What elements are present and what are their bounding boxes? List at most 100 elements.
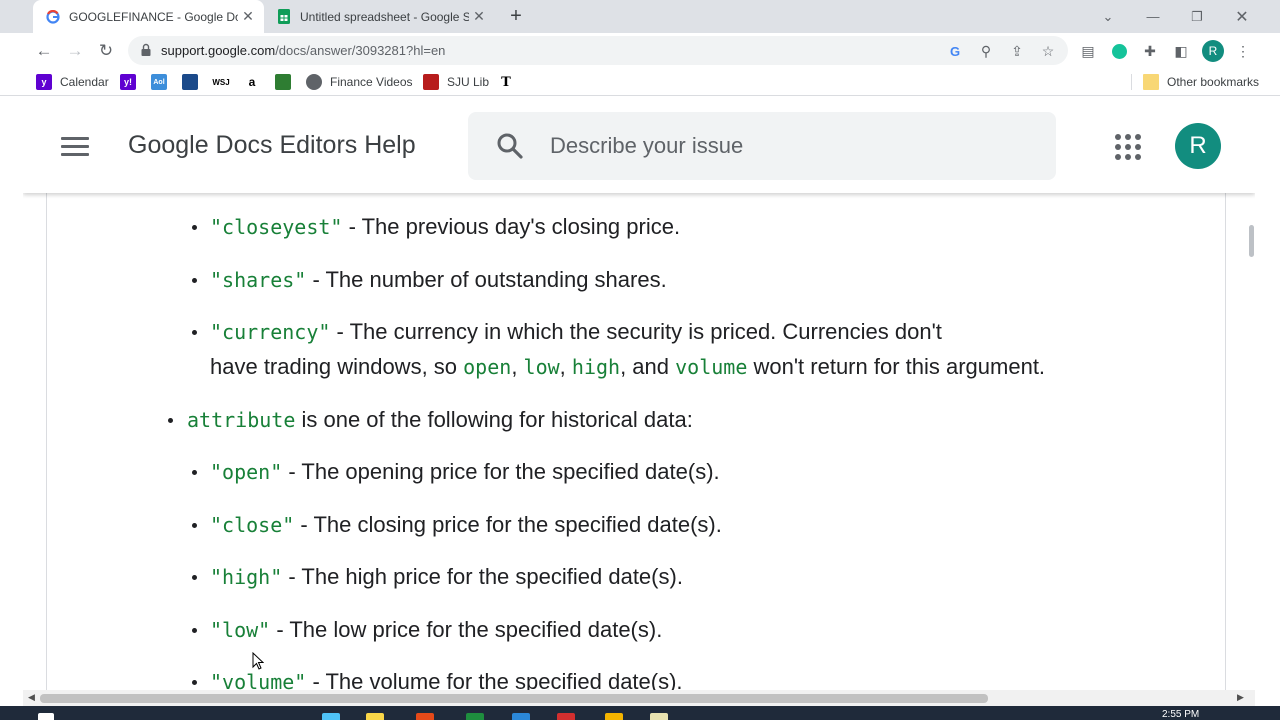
- sju-icon: [423, 74, 439, 90]
- list-item-open: "open" - The opening price for the speci…: [210, 457, 720, 487]
- scroll-right-icon[interactable]: ▶: [1237, 692, 1244, 703]
- scroll-left-icon[interactable]: ◀: [28, 692, 35, 703]
- bullet: [192, 278, 197, 283]
- list-item-currency-line2: have trading windows, so open, low, high…: [210, 352, 1045, 382]
- bookmark-folder[interactable]: [275, 73, 299, 91]
- zoom-icon[interactable]: ⚲: [977, 42, 995, 60]
- address-bar[interactable]: support.google.com/docs/answer/3093281?h…: [128, 36, 1068, 65]
- item-text: - The volume for the specified date(s).: [306, 669, 683, 690]
- bookmark-news[interactable]: [182, 73, 206, 91]
- code-low: low: [523, 355, 560, 379]
- code-low: "low": [210, 618, 271, 642]
- account-avatar[interactable]: R: [1175, 123, 1221, 169]
- taskbar-app-icon[interactable]: [650, 713, 668, 720]
- close-tab-icon[interactable]: ✕: [238, 8, 258, 25]
- wsj-icon: WSJ: [212, 74, 230, 90]
- list-item-low: "low" - The low price for the specified …: [210, 615, 662, 645]
- profile-avatar[interactable]: R: [1202, 40, 1224, 62]
- bullet: [192, 225, 197, 230]
- code-high: high: [571, 355, 621, 379]
- item-text: - The high price for the specified date(…: [282, 564, 683, 589]
- list-item-currency: "currency" - The currency in which the s…: [210, 317, 942, 347]
- browser-toolbar: ← → ↻ support.google.com/docs/answer/309…: [0, 33, 1280, 68]
- item-text: - The currency in which the security is …: [330, 319, 942, 344]
- forward-icon[interactable]: →: [63, 39, 87, 63]
- bookmark-label: Calendar: [60, 75, 109, 89]
- item-text: - The number of outstanding shares.: [306, 267, 667, 292]
- list-item-closeyest: "closeyest" - The previous day's closing…: [210, 212, 680, 242]
- google-lens-icon[interactable]: G: [946, 42, 964, 60]
- close-window-icon[interactable]: ✕: [1220, 0, 1264, 33]
- bullet: [192, 523, 197, 528]
- list-item-close: "close" - The closing price for the spec…: [210, 510, 722, 540]
- code-volume: volume: [675, 355, 748, 379]
- google-apps-icon[interactable]: [1115, 134, 1141, 160]
- reload-icon[interactable]: ↻: [94, 39, 118, 63]
- url-host: support.google.com: [161, 43, 276, 58]
- taskbar-clock[interactable]: 2:55 PM: [1162, 709, 1199, 720]
- item-text: have trading windows, so: [210, 354, 464, 379]
- vertical-scroll-thumb[interactable]: [1249, 225, 1254, 257]
- reading-list-icon[interactable]: ▤: [1078, 41, 1098, 61]
- bookmark-sju-lib[interactable]: SJU Lib: [423, 73, 489, 91]
- help-search-box[interactable]: [468, 112, 1056, 180]
- side-panel-icon[interactable]: ◧: [1171, 41, 1191, 61]
- bookmark-amazon[interactable]: a: [244, 73, 268, 91]
- windows-start-icon[interactable]: [38, 713, 54, 720]
- code-attribute: attribute: [187, 408, 296, 432]
- restore-icon[interactable]: ❐: [1175, 0, 1219, 33]
- item-text: is one of the following for historical d…: [295, 407, 693, 432]
- search-icon[interactable]: [496, 132, 524, 160]
- folder-icon: [1143, 74, 1159, 90]
- file-explorer-icon[interactable]: [366, 713, 384, 720]
- site-title[interactable]: Google Docs Editors Help: [128, 131, 416, 160]
- vertical-scrollbar[interactable]: [1247, 193, 1255, 690]
- extensions-icon[interactable]: ✚: [1140, 41, 1160, 61]
- excel-icon[interactable]: [466, 713, 484, 720]
- taskbar-app-icon[interactable]: [322, 713, 340, 720]
- bullet: [192, 330, 197, 335]
- yahoo-calendar-icon: y: [36, 74, 52, 90]
- bookmark-finance-videos[interactable]: Finance Videos: [306, 73, 413, 91]
- tab-strip: GOOGLEFINANCE - Google Docs ✕ Untitled s…: [0, 0, 1280, 33]
- horizontal-scroll-thumb[interactable]: [40, 694, 988, 703]
- help-search-input[interactable]: [550, 130, 1030, 162]
- windows-taskbar: [0, 706, 1280, 720]
- minimize-icon[interactable]: —: [1131, 0, 1175, 33]
- bookmarks-bar: y Calendar y! Aol WSJ a Finance Videos SJ…: [0, 68, 1280, 96]
- taskbar-app-icon[interactable]: [416, 713, 434, 720]
- back-icon[interactable]: ←: [32, 39, 56, 63]
- mouse-cursor-icon: [252, 652, 264, 670]
- code-currency: "currency": [210, 320, 331, 344]
- taskbar-app-icon[interactable]: [512, 713, 530, 720]
- other-bookmarks[interactable]: Other bookmarks: [1143, 73, 1259, 91]
- chrome-icon[interactable]: [605, 713, 623, 720]
- amazon-icon: a: [244, 74, 260, 90]
- code-high: "high": [210, 565, 283, 589]
- sheets-icon: [276, 9, 292, 25]
- bookmark-label: Finance Videos: [330, 75, 413, 89]
- tab-spreadsheet[interactable]: Untitled spreadsheet - Google Sheets ✕: [264, 0, 495, 33]
- bookmark-wsj[interactable]: WSJ: [212, 73, 237, 91]
- bookmark-star-icon[interactable]: ☆: [1039, 42, 1057, 60]
- hamburger-menu-icon[interactable]: [61, 137, 89, 157]
- close-tab-icon[interactable]: ✕: [469, 8, 489, 25]
- grammarly-icon[interactable]: [1109, 41, 1129, 61]
- code-volume: "volume": [210, 670, 307, 690]
- item-text: - The previous day's closing price.: [342, 214, 681, 239]
- bookmark-calendar[interactable]: y Calendar: [36, 73, 109, 91]
- new-tab-button[interactable]: +: [505, 5, 527, 27]
- bullet: [192, 680, 197, 685]
- bookmark-yahoo[interactable]: y!: [120, 73, 144, 91]
- tab-googlefinance[interactable]: GOOGLEFINANCE - Google Docs ✕: [33, 0, 264, 33]
- bookmark-nyt[interactable]: T: [498, 73, 522, 91]
- yahoo-icon: y!: [120, 74, 136, 90]
- item-text: - The low price for the specified date(s…: [270, 617, 663, 642]
- lock-icon: [141, 43, 151, 56]
- bookmark-aol[interactable]: Aol: [151, 73, 175, 91]
- menu-icon[interactable]: ⋮: [1233, 41, 1253, 61]
- taskbar-app-icon[interactable]: [557, 713, 575, 720]
- help-header: Google Docs Editors Help R: [23, 97, 1255, 193]
- tab-search-icon[interactable]: ⌄: [1086, 0, 1130, 33]
- share-icon[interactable]: ⇪: [1008, 42, 1026, 60]
